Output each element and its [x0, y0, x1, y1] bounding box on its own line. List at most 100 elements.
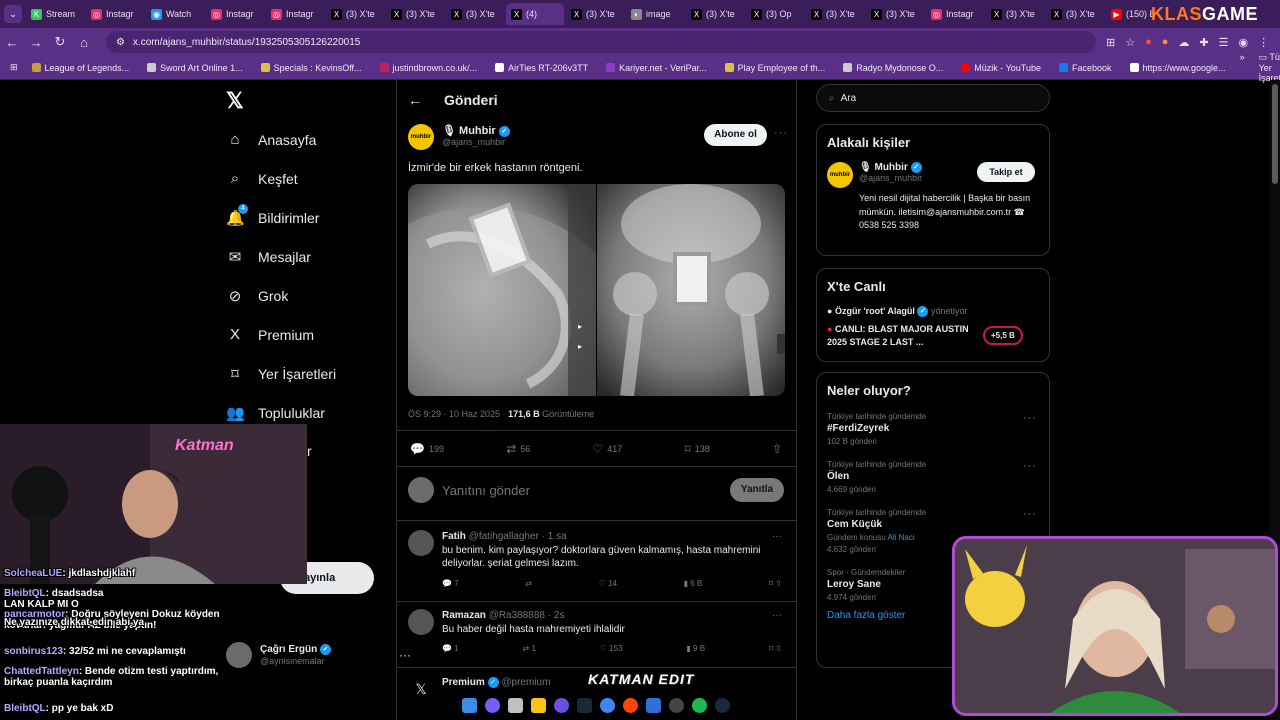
browser-tab[interactable]: ◐ image [626, 3, 684, 25]
reply-icon[interactable]: 💬 1 [442, 644, 459, 655]
menu-list-icon[interactable]: ☰ [1219, 36, 1229, 49]
list-item[interactable]: Ramazan @Ra388888 · 2s ··· Bu haber deği… [408, 609, 782, 655]
browser-tab[interactable]: X (3) X'te [686, 3, 744, 25]
like-action[interactable]: ♡ 417 [593, 442, 623, 456]
sidebar-item-explore[interactable]: ⌕ Keşfet [226, 170, 298, 187]
bookmark-item[interactable]: Facebook [1058, 63, 1112, 73]
obs-icon[interactable] [669, 697, 684, 713]
bookmark-item[interactable]: Radyo Mydonose O... [843, 63, 943, 73]
avatar[interactable] [408, 609, 434, 635]
search-input[interactable]: ⌕ Ara [816, 84, 1050, 112]
reply-button[interactable]: Yanıtla [730, 478, 784, 502]
views-icon[interactable]: ▮ 9 B [686, 644, 705, 655]
browser-tab[interactable]: ◎ Instagr [206, 3, 264, 25]
xray-image-left[interactable]: ▸ ▸ [408, 184, 596, 396]
browser-tab[interactable]: X (3) X'te [806, 3, 864, 25]
follow-button[interactable]: Takip et [977, 162, 1035, 182]
browser-tab[interactable]: X (4) [506, 3, 564, 25]
author-handle[interactable]: @ajans_muhbir [442, 137, 510, 147]
profile-avatar[interactable]: ◉ [1239, 36, 1249, 49]
sidebar-item-bookmarks[interactable]: ⌑ Yer İşaretleri [226, 365, 336, 383]
reply-icon[interactable]: 💬 7 [442, 579, 459, 590]
site-info-icon[interactable]: ⚙ [116, 37, 125, 48]
x-logo-icon[interactable]: 𝕏 [226, 88, 244, 114]
trend-more-icon[interactable]: ··· [1023, 412, 1037, 424]
avatar[interactable] [408, 530, 434, 556]
tab-search-button[interactable]: ⌄ [4, 5, 22, 23]
repost-action[interactable]: ⇄ 56 [506, 442, 530, 456]
repost-icon[interactable]: ⇄ [525, 579, 532, 590]
bookmark-item[interactable]: https://www.google... [1129, 63, 1226, 73]
sidebar-item-premium[interactable]: X Premium [226, 326, 314, 343]
bookmark-icon[interactable]: ⌑ ⇧ [769, 644, 782, 655]
subscribe-button[interactable]: Abone ol [704, 124, 767, 146]
repost-icon[interactable]: ⇄ 1 [523, 644, 536, 655]
list-item[interactable]: Fatih @fatihgallagher · 1 sa ··· bu beni… [408, 530, 782, 589]
apps-grid-icon[interactable]: ⊞ [10, 62, 18, 73]
store-icon[interactable] [508, 697, 523, 713]
reload-icon[interactable]: ↻ [48, 34, 72, 50]
reply-action[interactable]: 💬 199 [410, 442, 444, 456]
bookmark-star-icon[interactable]: ☆ [1125, 36, 1135, 49]
browser-tab[interactable]: ◎ Instagr [266, 3, 324, 25]
premium-x-icon[interactable]: 𝕏 [408, 676, 434, 702]
reply-more-icon[interactable]: ··· [772, 609, 782, 623]
extension-icon[interactable]: ⊞ [1106, 36, 1115, 49]
steam-icon[interactable] [577, 697, 592, 713]
windows-start-icon[interactable] [462, 697, 477, 713]
xray-image-right[interactable] [597, 184, 785, 396]
trend-more-icon[interactable]: ··· [1023, 508, 1037, 520]
reply-more-icon[interactable]: ··· [772, 530, 782, 544]
scrollbar-thumb[interactable] [1272, 84, 1278, 184]
browser-tab[interactable]: X (3) X'te [446, 3, 504, 25]
extensions-puzzle-icon[interactable]: ✚ [1199, 36, 1208, 49]
share-action[interactable]: ⇧ [772, 442, 782, 456]
extension-cloud-icon[interactable]: ☁ [1178, 36, 1189, 49]
browser-tab[interactable]: X (3) X'te [326, 3, 384, 25]
heart-icon[interactable]: ♡ 153 [600, 644, 623, 655]
reply-input[interactable]: Yanıtını gönder [442, 483, 530, 498]
forward-icon[interactable]: → [24, 35, 48, 50]
trend-more-icon[interactable]: ··· [1023, 460, 1037, 472]
related-avatar[interactable]: muhbir [827, 162, 853, 188]
more-bookmarks-icon[interactable]: » [1240, 52, 1245, 83]
author-name[interactable]: Muhbir [459, 125, 496, 137]
heart-icon[interactable]: ♡ 14 [599, 579, 617, 590]
browser-tab[interactable]: X (3) X'te [1046, 3, 1104, 25]
trend-item[interactable]: Türkiye tarihinde gündemde Ölen 4.669 gönd… [827, 460, 1039, 494]
file-explorer-icon[interactable] [531, 697, 546, 713]
live-card[interactable]: X'te Canlı ● Özgür 'root' Alagül ✓ yönet… [816, 268, 1050, 362]
trend-item[interactable]: Türkiye tarihinde gündemde #FerdiZeyrek 10… [827, 412, 1039, 446]
back-icon[interactable]: ← [0, 35, 24, 50]
browser-tab[interactable]: ◎ Instagr [86, 3, 144, 25]
browser-tab[interactable]: ◉ Watch [146, 3, 204, 25]
bookmark-item[interactable]: Specials : KevinsOff... [260, 63, 362, 73]
spotify-icon[interactable] [692, 697, 707, 713]
photos-icon[interactable] [646, 697, 661, 713]
brave-icon[interactable] [623, 697, 638, 713]
bookmark-action[interactable]: ⌑ 138 [685, 442, 710, 456]
browser-tab[interactable]: X (3) X'te [866, 3, 924, 25]
browser-tab[interactable]: X (3) X'te [986, 3, 1044, 25]
extension-red-icon[interactable]: ● [1145, 36, 1152, 49]
sidebar-item-grok[interactable]: ⊘ Grok [226, 287, 289, 305]
browser-tab[interactable]: K Stream [26, 3, 84, 25]
home-icon[interactable]: ⌂ [72, 35, 96, 50]
browser-menu-icon[interactable]: ⋮ [1258, 36, 1269, 49]
chrome-icon[interactable] [600, 697, 615, 713]
bookmark-icon[interactable]: ⌑ ⇧ [769, 579, 782, 590]
all-bookmarks-folder[interactable]: ▭ Tüm Yer İşaretleri [1259, 52, 1280, 83]
bookmark-item[interactable]: League of Legends... [31, 63, 129, 73]
address-bar[interactable]: ⚙ x.com/ajans_muhbir/status/193250530512… [106, 31, 1096, 53]
discord-icon[interactable] [554, 697, 569, 713]
bookmark-item[interactable]: Play Employee of th... [724, 63, 825, 73]
reply-composer[interactable]: Yanıtını gönder [408, 477, 530, 503]
sidebar-item-communities[interactable]: 👥 Topluluklar [226, 404, 325, 422]
browser-tab[interactable]: X (3) X'te [566, 3, 624, 25]
extension-fox-icon[interactable]: ● [1162, 36, 1169, 49]
bookmark-item[interactable]: Kariyer.net - VeriPar... [606, 63, 707, 73]
post-more-icon[interactable]: ··· [774, 127, 788, 139]
browser-tab[interactable]: X (3) Op [746, 3, 804, 25]
browser-tab[interactable]: ◎ Instagr [926, 3, 984, 25]
browser-tab[interactable]: X (3) X'te [386, 3, 444, 25]
